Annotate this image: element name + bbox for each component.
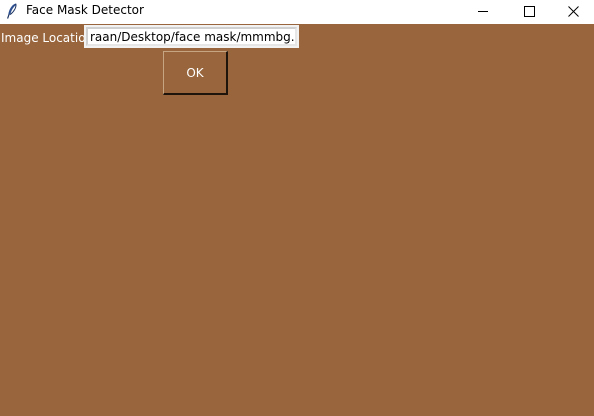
image-location-label: Image Location [1, 31, 94, 45]
ok-button[interactable]: OK [163, 51, 228, 95]
maximize-icon [523, 5, 535, 17]
title-bar: Face Mask Detector [0, 0, 594, 24]
minimize-icon [478, 6, 488, 16]
minimize-button[interactable] [460, 0, 506, 22]
window-title: Face Mask Detector [26, 3, 144, 17]
close-icon [567, 5, 579, 17]
image-location-input[interactable] [84, 25, 299, 48]
main-panel: Image Location OK [0, 24, 594, 416]
close-button[interactable] [550, 0, 594, 22]
maximize-button[interactable] [506, 0, 552, 22]
feather-icon [4, 2, 20, 20]
